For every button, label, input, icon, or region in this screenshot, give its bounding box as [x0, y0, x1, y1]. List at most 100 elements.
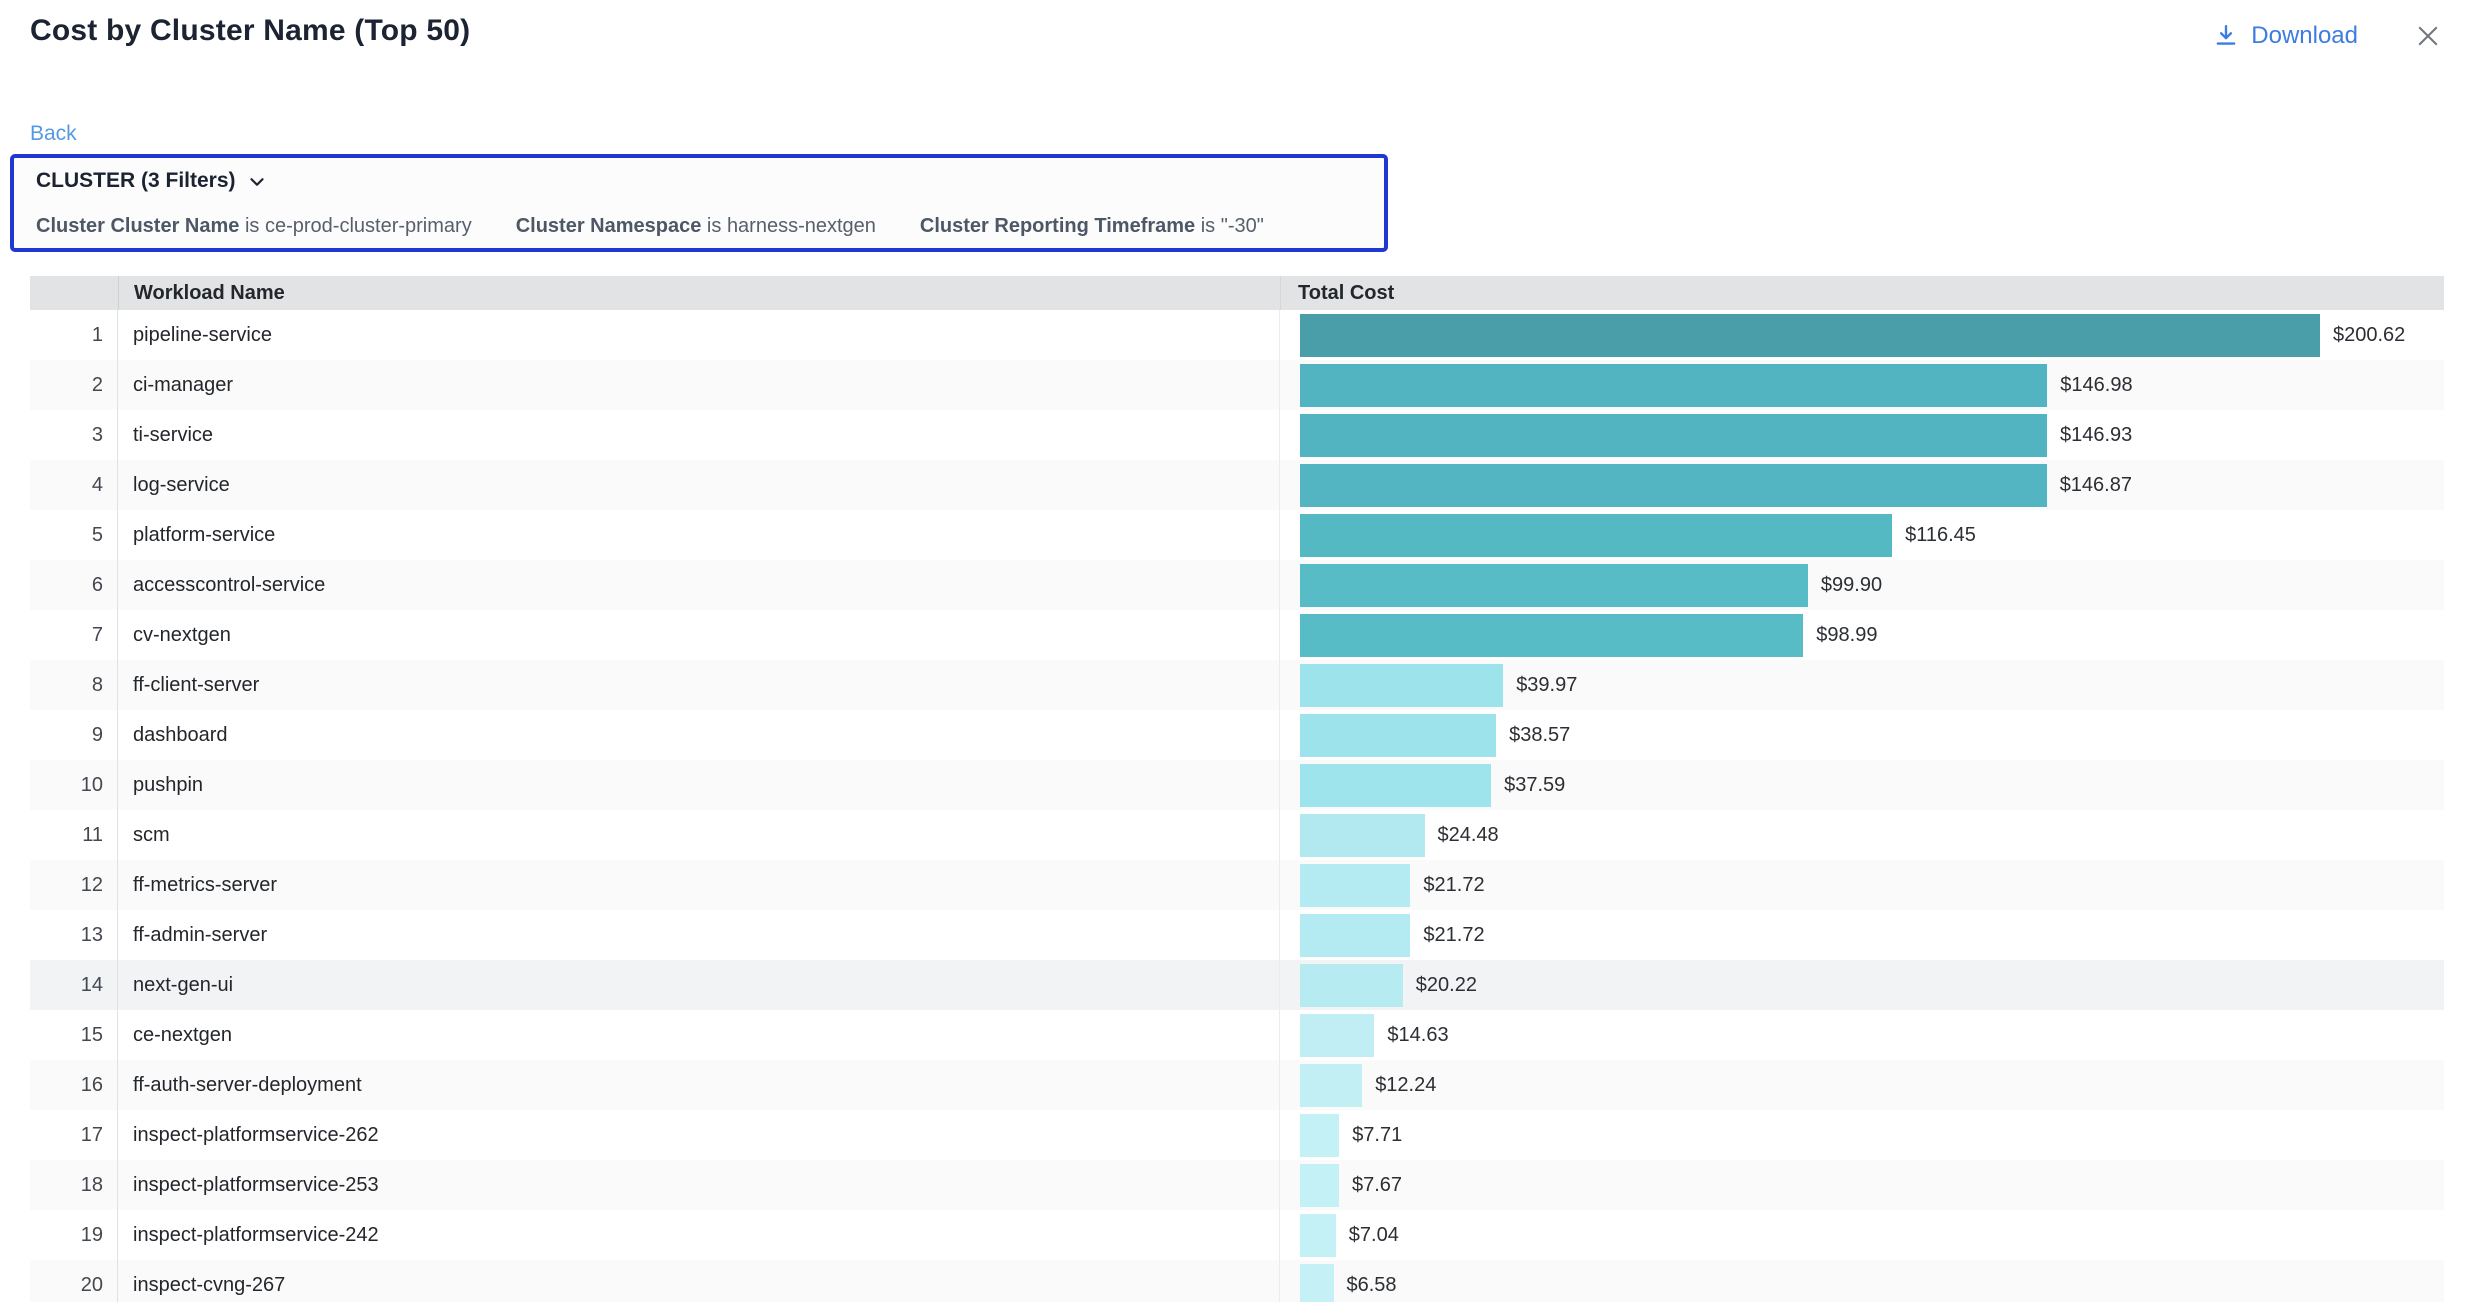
rank-cell: 8	[30, 660, 118, 710]
rank-cell: 11	[30, 810, 118, 860]
workload-name-cell: ff-auth-server-deployment	[118, 1060, 1280, 1110]
cost-value: $14.63	[1387, 1024, 1448, 1047]
workload-name-cell: pipeline-service	[118, 310, 1280, 360]
table-row: 2 ci-manager $146.98	[30, 360, 2444, 410]
rank-cell: 4	[30, 460, 118, 510]
cost-bar	[1300, 1014, 1374, 1057]
workload-name-cell: inspect-cvng-267	[118, 1260, 1280, 1302]
table-row: 16 ff-auth-server-deployment $12.24	[30, 1060, 2444, 1110]
workload-name-cell: pushpin	[118, 760, 1280, 810]
cost-value: $7.67	[1352, 1174, 1402, 1197]
rank-cell: 10	[30, 760, 118, 810]
download-button[interactable]: Download	[2213, 22, 2358, 50]
cost-by-cluster-page: Cost by Cluster Name (Top 50) Download B…	[0, 0, 2470, 1302]
workload-name-cell: ti-service	[118, 410, 1280, 460]
filter-summary-toggle[interactable]: CLUSTER (3 Filters)	[36, 168, 268, 193]
cost-cell: $200.62	[1280, 310, 2444, 360]
table-row: 4 log-service $146.87	[30, 460, 2444, 510]
cost-bar	[1300, 1064, 1362, 1107]
workload-name-cell: inspect-platformservice-262	[118, 1110, 1280, 1160]
cost-cell: $146.93	[1280, 410, 2444, 460]
workload-name-cell: inspect-platformservice-253	[118, 1160, 1280, 1210]
table-row: 19 inspect-platformservice-242 $7.04	[30, 1210, 2444, 1260]
rank-cell: 12	[30, 860, 118, 910]
cost-bar	[1300, 614, 1803, 657]
cost-value: $21.72	[1423, 874, 1484, 897]
cost-cell: $12.24	[1280, 1060, 2444, 1110]
cost-value: $146.98	[2060, 374, 2132, 397]
cost-value: $7.04	[1349, 1224, 1399, 1247]
table-row: 7 cv-nextgen $98.99	[30, 610, 2444, 660]
workload-name-cell: inspect-platformservice-242	[118, 1210, 1280, 1260]
filter-item-cluster-name[interactable]: Cluster Cluster Name is ce-prod-cluster-…	[36, 215, 472, 238]
cost-value: $200.62	[2333, 324, 2405, 347]
cost-value: $116.45	[1905, 524, 1976, 547]
chevron-down-icon	[246, 168, 268, 193]
cost-cell: $146.87	[1280, 460, 2444, 510]
table-row: 9 dashboard $38.57	[30, 710, 2444, 760]
cost-value: $12.24	[1375, 1074, 1436, 1097]
cost-bar	[1300, 364, 2047, 407]
workload-name-cell: next-gen-ui	[118, 960, 1280, 1010]
cost-cell: $38.57	[1280, 710, 2444, 760]
table-row: 18 inspect-platformservice-253 $7.67	[30, 1160, 2444, 1210]
cost-cell: $39.97	[1280, 660, 2444, 710]
cost-value: $7.71	[1352, 1124, 1402, 1147]
rank-cell: 9	[30, 710, 118, 760]
table-row: 10 pushpin $37.59	[30, 760, 2444, 810]
workload-name-cell: ff-metrics-server	[118, 860, 1280, 910]
rank-cell: 15	[30, 1010, 118, 1060]
table-row: 13 ff-admin-server $21.72	[30, 910, 2444, 960]
cost-bar	[1300, 464, 2047, 507]
rank-cell: 1	[30, 310, 118, 360]
cost-bar	[1300, 764, 1491, 807]
cost-bar	[1300, 664, 1503, 707]
cost-cell: $7.67	[1280, 1160, 2444, 1210]
rank-cell: 3	[30, 410, 118, 460]
cost-cell: $146.98	[1280, 360, 2444, 410]
cost-bar	[1300, 714, 1496, 757]
workload-name-cell: log-service	[118, 460, 1280, 510]
cost-cell: $99.90	[1280, 560, 2444, 610]
cost-cell: $20.22	[1280, 960, 2444, 1010]
cost-value: $37.59	[1504, 774, 1565, 797]
filter-panel: CLUSTER (3 Filters) Cluster Cluster Name…	[10, 154, 1388, 252]
table-row: 17 inspect-platformservice-262 $7.71	[30, 1110, 2444, 1160]
download-icon	[2213, 23, 2239, 49]
cost-bar	[1300, 1164, 1339, 1207]
cost-value: $21.72	[1423, 924, 1484, 947]
table-row: 11 scm $24.48	[30, 810, 2444, 860]
workload-name-cell: ci-manager	[118, 360, 1280, 410]
close-button[interactable]	[2410, 18, 2446, 54]
workload-name-cell: accesscontrol-service	[118, 560, 1280, 610]
cost-bar	[1300, 414, 2047, 457]
rank-cell: 7	[30, 610, 118, 660]
cost-bar	[1300, 314, 2320, 357]
cost-bar	[1300, 964, 1403, 1007]
filter-conditions: Cluster Cluster Name is ce-prod-cluster-…	[36, 215, 1384, 238]
close-icon	[2414, 22, 2442, 50]
filter-item-namespace[interactable]: Cluster Namespace is harness-nextgen	[516, 215, 876, 238]
cost-cell: $14.63	[1280, 1010, 2444, 1060]
rank-cell: 18	[30, 1160, 118, 1210]
table-row: 3 ti-service $146.93	[30, 410, 2444, 460]
cost-bar	[1300, 914, 1410, 957]
workload-name-cell: ff-client-server	[118, 660, 1280, 710]
rank-cell: 20	[30, 1260, 118, 1302]
cost-bar	[1300, 864, 1410, 907]
page-title: Cost by Cluster Name (Top 50)	[30, 14, 470, 48]
header-actions: Download	[2213, 18, 2446, 54]
cost-value: $20.22	[1416, 974, 1477, 997]
cost-value: $24.48	[1438, 824, 1499, 847]
rank-cell: 16	[30, 1060, 118, 1110]
workload-name-cell: ce-nextgen	[118, 1010, 1280, 1060]
cost-value: $98.99	[1816, 624, 1877, 647]
rank-cell: 13	[30, 910, 118, 960]
back-link[interactable]: Back	[30, 122, 77, 146]
cost-cell: $7.71	[1280, 1110, 2444, 1160]
rank-cell: 2	[30, 360, 118, 410]
cost-cell: $7.04	[1280, 1210, 2444, 1260]
filter-item-reporting-timeframe[interactable]: Cluster Reporting Timeframe is "-30"	[920, 215, 1264, 238]
workload-name-cell: scm	[118, 810, 1280, 860]
cost-cell: $21.72	[1280, 860, 2444, 910]
